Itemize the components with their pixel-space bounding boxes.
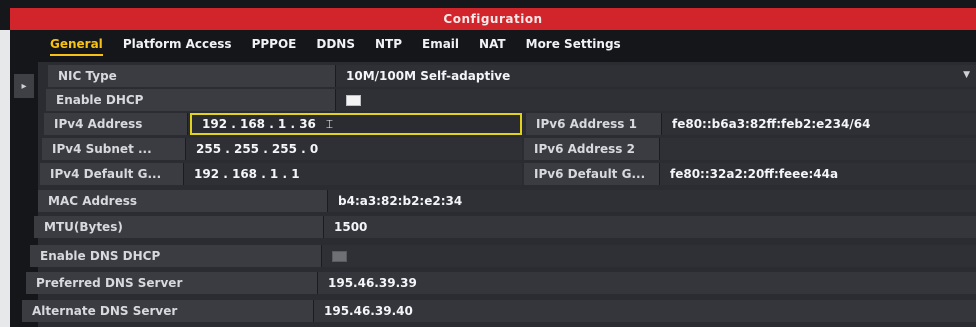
tab-bar: General Platform Access PPPOE DDNS NTP E… — [50, 35, 641, 57]
ipv6-gateway-label: IPv6 Default G... — [524, 163, 660, 185]
enable-dhcp-checkbox[interactable] — [346, 94, 361, 106]
network-settings-panel: NIC Type 10M/100M Self-adaptive ▼ Enable… — [22, 62, 976, 327]
nic-type-label: NIC Type — [48, 65, 336, 87]
ipv4-address-label: IPv4 Address — [44, 113, 188, 135]
mac-address-row: MAC Address b4:a3:82:b2:e2:34 — [38, 190, 976, 212]
tab-ntp[interactable]: NTP — [375, 37, 402, 56]
ipv6-address2-value[interactable] — [660, 138, 976, 160]
enable-dhcp-cell — [336, 89, 976, 111]
tab-pppoe[interactable]: PPPOE — [252, 37, 297, 56]
tab-general[interactable]: General — [50, 37, 103, 56]
tab-email[interactable]: Email — [422, 37, 459, 56]
window-title: Configuration — [10, 8, 976, 30]
ipv4-gateway-label: IPv4 Default G... — [40, 163, 184, 185]
nic-type-value: 10M/100M Self-adaptive — [346, 69, 511, 83]
preferred-dns-row: Preferred DNS Server 195.46.39.39 — [26, 272, 976, 294]
text-cursor-icon: ⌶ — [325, 116, 334, 131]
alternate-dns-label: Alternate DNS Server — [22, 300, 314, 322]
alternate-dns-input[interactable]: 195.46.39.40 — [314, 300, 976, 322]
alternate-dns-row: Alternate DNS Server 195.46.39.40 — [22, 300, 976, 322]
ipv4-address-row: IPv4 Address 192 . 168 . 1 . 36 ⌶ IPv6 A… — [44, 113, 976, 135]
ipv4-address-value: 192 . 168 . 1 . 36 — [202, 117, 316, 131]
ipv6-address1-label: IPv6 Address 1 — [526, 113, 662, 135]
preferred-dns-input[interactable]: 195.46.39.39 — [318, 272, 976, 294]
ipv4-gateway-input[interactable]: 192 . 168 . 1 . 1 — [184, 163, 522, 185]
ipv4-gateway-row: IPv4 Default G... 192 . 168 . 1 . 1 IPv6… — [40, 163, 976, 185]
ipv4-subnet-label: IPv4 Subnet ... — [42, 138, 186, 160]
enable-dns-dhcp-row: Enable DNS DHCP — [30, 245, 976, 267]
mtu-row: MTU(Bytes) 1500 — [34, 216, 976, 238]
ipv4-address-input[interactable]: 192 . 168 . 1 . 36 ⌶ — [190, 113, 522, 135]
tab-nat[interactable]: NAT — [479, 37, 506, 56]
ipv4-subnet-row: IPv4 Subnet ... 255 . 255 . 255 . 0 IPv6… — [42, 138, 976, 160]
ipv6-gateway-value[interactable]: fe80::32a2:20ff:feee:44a — [660, 163, 976, 185]
chevron-right-icon[interactable]: ▸ — [14, 74, 34, 98]
enable-dns-dhcp-checkbox[interactable] — [332, 250, 347, 262]
ipv4-subnet-input[interactable]: 255 . 255 . 255 . 0 — [186, 138, 522, 160]
mtu-input[interactable]: 1500 — [324, 216, 976, 238]
tab-more-settings[interactable]: More Settings — [526, 37, 621, 56]
left-rail — [0, 30, 10, 327]
nic-type-select[interactable]: 10M/100M Self-adaptive ▼ — [336, 65, 976, 87]
ipv6-address2-label: IPv6 Address 2 — [524, 138, 660, 160]
chevron-down-icon[interactable]: ▼ — [963, 70, 970, 80]
configuration-window: Configuration ▸ General Platform Access … — [0, 0, 976, 327]
mac-address-value: b4:a3:82:b2:e2:34 — [328, 190, 976, 212]
tab-ddns[interactable]: DDNS — [316, 37, 355, 56]
enable-dns-dhcp-cell — [322, 245, 976, 267]
nic-type-row: NIC Type 10M/100M Self-adaptive ▼ — [48, 65, 976, 87]
enable-dns-dhcp-label: Enable DNS DHCP — [30, 245, 322, 267]
mtu-label: MTU(Bytes) — [34, 216, 324, 238]
mac-address-label: MAC Address — [38, 190, 328, 212]
preferred-dns-label: Preferred DNS Server — [26, 272, 318, 294]
ipv6-address1-value[interactable]: fe80::b6a3:82ff:feb2:e234/64 — [662, 113, 976, 135]
enable-dhcp-row: Enable DHCP — [46, 89, 976, 111]
tab-platform-access[interactable]: Platform Access — [123, 37, 232, 56]
enable-dhcp-label: Enable DHCP — [46, 89, 336, 111]
